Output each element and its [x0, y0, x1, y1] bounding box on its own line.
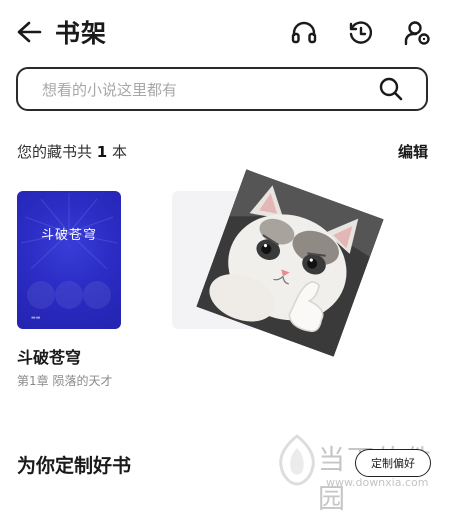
history-clock-icon[interactable]: [347, 19, 375, 47]
page-title: 书架: [55, 19, 108, 48]
book-title[interactable]: 斗破苍穹: [17, 344, 81, 368]
back-arrow-icon[interactable]: [16, 20, 42, 44]
cover-title: 斗破苍穹: [40, 228, 97, 243]
cover-publisher-mark: ▬▬: [31, 315, 41, 321]
shelf-count-unit: 本: [112, 143, 128, 161]
watermark-url: www.downxia.com: [326, 476, 429, 489]
cover-circle-decoration: [55, 281, 83, 309]
profile-settings-icon[interactable]: [403, 19, 433, 47]
shelf-count-prefix: 您的藏书共: [17, 143, 93, 161]
book-chapter: 第1章 陨落的天才: [17, 374, 113, 388]
watermark-logo-icon: [277, 434, 317, 490]
cover-circle-decoration: [83, 281, 111, 309]
customize-preference-button[interactable]: 定制偏好: [355, 449, 431, 477]
search-bar[interactable]: [16, 67, 428, 111]
recommend-section-title: 为你定制好书: [17, 455, 132, 477]
search-input[interactable]: [40, 77, 374, 103]
shelf-count-number: 1: [96, 143, 108, 161]
cover-circle-decoration: [27, 281, 55, 309]
headphones-icon[interactable]: [290, 19, 318, 47]
search-icon[interactable]: [378, 76, 404, 102]
shelf-count: 您的藏书共 1 本: [17, 141, 127, 162]
edit-button[interactable]: 编辑: [398, 141, 428, 162]
book-cover[interactable]: 斗破苍穹 ▬▬: [17, 191, 121, 329]
